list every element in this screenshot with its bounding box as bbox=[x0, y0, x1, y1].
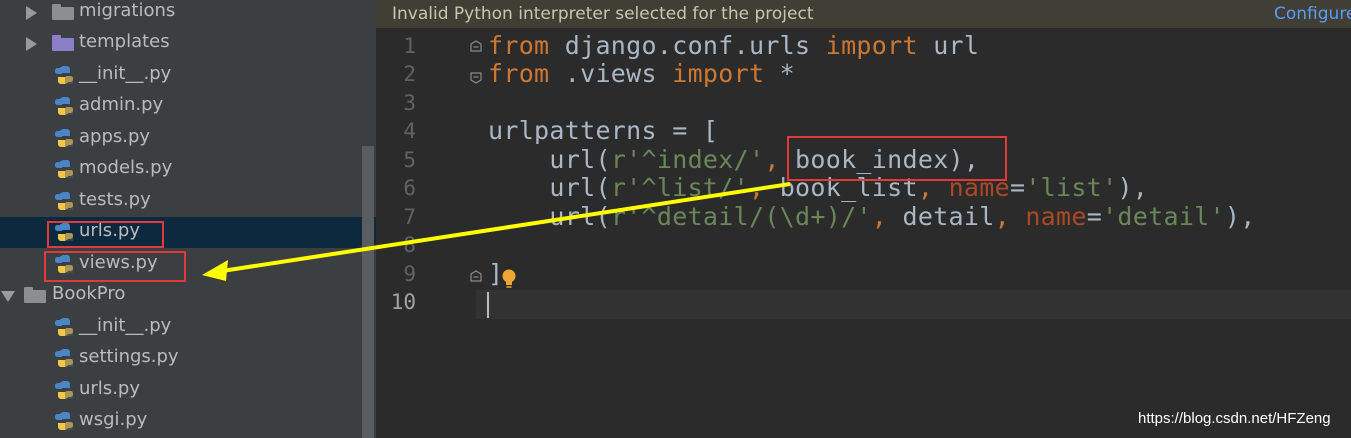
code-line-4: urlpatterns = [ bbox=[488, 116, 719, 145]
tree-item-label: templates bbox=[79, 31, 170, 52]
line-number-current: 10 bbox=[390, 290, 416, 314]
tree-item-label: __init__.py bbox=[79, 315, 172, 336]
tree-file-settings[interactable]: settings.py bbox=[0, 343, 376, 374]
expand-arrow-icon[interactable] bbox=[26, 6, 37, 20]
tree-item-label: __init__.py bbox=[79, 63, 172, 84]
tree-folder-bookpro[interactable]: BookPro bbox=[0, 280, 376, 311]
banner-message: Invalid Python interpreter selected for … bbox=[392, 4, 814, 24]
line-number: 7 bbox=[403, 205, 416, 229]
tree-scrollbar[interactable] bbox=[362, 146, 374, 438]
code-line-7: url(r'^detail/(\d+)/', detail, name='det… bbox=[488, 202, 1256, 231]
watermark-text: https://blog.csdn.net/HFZeng bbox=[1138, 410, 1331, 427]
line-number: 5 bbox=[403, 148, 416, 172]
lightbulb-icon[interactable] bbox=[501, 268, 517, 290]
code-line-1: from django.conf.urls import url bbox=[488, 31, 980, 60]
annotation-box-views bbox=[44, 251, 186, 282]
line-number: 9 bbox=[403, 262, 416, 286]
python-file-icon bbox=[55, 160, 73, 178]
folder-icon bbox=[52, 35, 74, 51]
python-file-icon bbox=[55, 381, 73, 399]
python-file-icon bbox=[55, 412, 73, 430]
code-line-2: from .views import * bbox=[488, 59, 796, 88]
fold-marker-icon[interactable] bbox=[470, 72, 482, 84]
line-number: 3 bbox=[403, 91, 416, 115]
line-number: 6 bbox=[403, 176, 416, 200]
configure-link[interactable]: Configure bbox=[1274, 0, 1351, 28]
current-line-highlight bbox=[476, 290, 1351, 319]
collapse-arrow-icon[interactable] bbox=[1, 291, 15, 302]
tree-item-label: migrations bbox=[79, 0, 176, 21]
tree-file-models[interactable]: models.py bbox=[0, 154, 376, 185]
line-number: 1 bbox=[403, 34, 416, 58]
tree-folder-templates[interactable]: templates bbox=[0, 28, 376, 59]
python-file-icon bbox=[55, 129, 73, 147]
project-tree: migrations templates __init__.py admin.p… bbox=[0, 0, 376, 438]
tree-file-apps[interactable]: apps.py bbox=[0, 123, 376, 154]
tree-file-wsgi[interactable]: wsgi.py bbox=[0, 406, 376, 437]
annotation-box-urls bbox=[47, 221, 164, 248]
tree-file-admin[interactable]: admin.py bbox=[0, 91, 376, 122]
tree-item-label: models.py bbox=[79, 157, 173, 178]
python-file-icon bbox=[55, 192, 73, 210]
tree-item-label: settings.py bbox=[79, 346, 179, 367]
tree-file-tests[interactable]: tests.py bbox=[0, 186, 376, 217]
tree-item-label: apps.py bbox=[79, 126, 151, 147]
line-number: 4 bbox=[403, 119, 416, 143]
tree-item-label: BookPro bbox=[52, 283, 126, 304]
python-file-icon bbox=[55, 318, 73, 336]
tree-item-label: wsgi.py bbox=[79, 409, 148, 430]
tree-file-init[interactable]: __init__.py bbox=[0, 60, 376, 91]
tree-file-urls-bookpro[interactable]: urls.py bbox=[0, 375, 376, 406]
tree-item-label: urls.py bbox=[79, 378, 140, 399]
fold-marker-icon[interactable] bbox=[470, 40, 482, 52]
code-editor[interactable]: Invalid Python interpreter selected for … bbox=[376, 0, 1351, 438]
python-file-icon bbox=[55, 97, 73, 115]
expand-arrow-icon[interactable] bbox=[26, 37, 37, 51]
folder-icon bbox=[24, 287, 46, 303]
python-file-icon bbox=[55, 66, 73, 84]
annotation-box-book-index bbox=[787, 136, 1007, 181]
tree-folder-migrations[interactable]: migrations bbox=[0, 0, 376, 28]
folder-icon bbox=[52, 4, 74, 20]
tree-file-init-bookpro[interactable]: __init__.py bbox=[0, 312, 376, 343]
tree-item-label: tests.py bbox=[79, 189, 151, 210]
tree-item-label: admin.py bbox=[79, 94, 164, 115]
line-number: 8 bbox=[403, 233, 416, 257]
line-number: 2 bbox=[403, 62, 416, 86]
text-cursor bbox=[487, 292, 489, 318]
python-file-icon bbox=[55, 349, 73, 367]
fold-marker-icon[interactable] bbox=[470, 270, 482, 282]
interpreter-warning-banner: Invalid Python interpreter selected for … bbox=[376, 0, 1351, 28]
